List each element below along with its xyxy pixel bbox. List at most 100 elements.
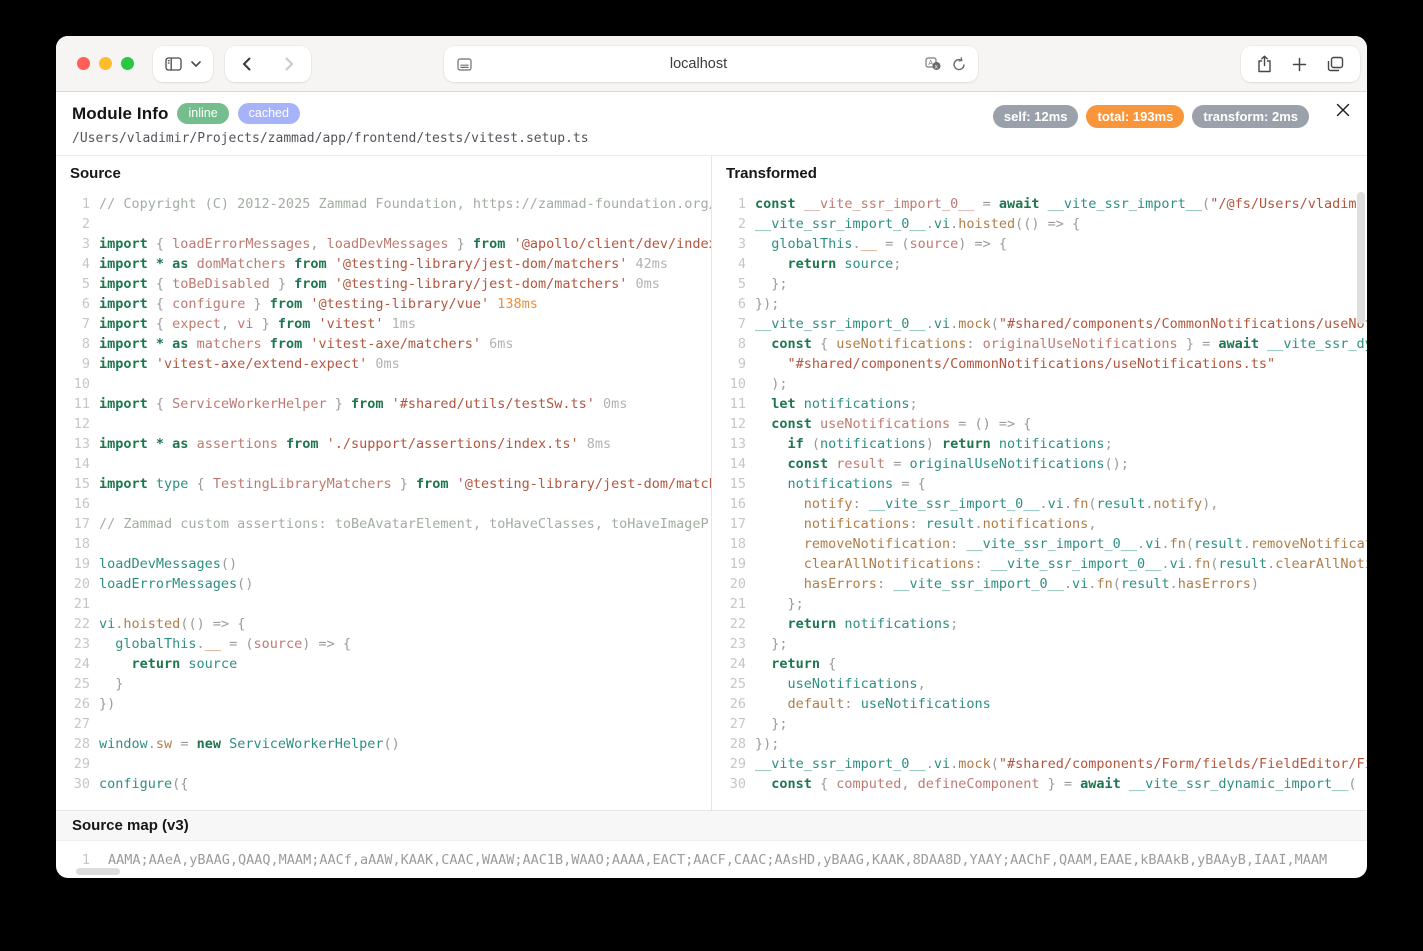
browser-window: localhost A x <box>56 36 1367 878</box>
code-line: 27 <box>68 714 711 734</box>
source-code: 1// Copyright (C) 2012-2025 Zammad Found… <box>56 189 711 810</box>
code-line: 10 <box>68 374 711 394</box>
code-line: 25 useNotifications, <box>724 674 1367 694</box>
share-icon[interactable] <box>1257 55 1272 73</box>
translate-icon[interactable]: A x <box>925 57 942 71</box>
close-window-button[interactable] <box>77 57 90 70</box>
code-line: 18 <box>68 534 711 554</box>
sourcemap-mappings: AAMA;AAeA,yBAAG,QAAQ,MAAM;AACf,aAAW,KAAK… <box>108 852 1327 868</box>
code-line: 3import { loadErrorMessages, loadDevMess… <box>68 234 711 254</box>
code-line: 25 } <box>68 674 711 694</box>
code-line: 16 <box>68 494 711 514</box>
code-line: 28}); <box>724 734 1367 754</box>
source-panel-title: Source <box>56 156 711 189</box>
traffic-lights <box>77 57 134 70</box>
badge-inline: inline <box>177 103 228 124</box>
sourcemap-body: 1 AAMA;AAeA,yBAAG,QAAQ,MAAM;AACf,aAAW,KA… <box>56 841 1367 878</box>
nav-buttons <box>225 46 311 82</box>
code-line: 21 <box>68 594 711 614</box>
code-line: 12 const useNotifications = () => { <box>724 414 1367 434</box>
code-line: 6import { configure } from '@testing-lib… <box>68 294 711 314</box>
code-line: 17// Zammad custom assertions: toBeAvata… <box>68 514 711 534</box>
code-line: 1const __vite_ssr_import_0__ = await __v… <box>724 194 1367 214</box>
code-panels: Source 1// Copyright (C) 2012-2025 Zamma… <box>56 155 1367 810</box>
code-line: 4 return source; <box>724 254 1367 274</box>
new-tab-icon[interactable] <box>1292 57 1307 72</box>
transformed-panel: Transformed 1const __vite_ssr_import_0__… <box>711 156 1367 810</box>
timing-metrics: self: 12ms total: 193ms transform: 2ms <box>993 105 1309 128</box>
code-line: 4import * as domMatchers from '@testing-… <box>68 254 711 274</box>
code-line: 18 removeNotification: __vite_ssr_import… <box>724 534 1367 554</box>
toolbar-right <box>1241 46 1360 82</box>
code-line: 11 let notifications; <box>724 394 1367 414</box>
code-line: 13import * as assertions from './support… <box>68 434 711 454</box>
code-line: 7__vite_ssr_import_0__.vi.mock("#shared/… <box>724 314 1367 334</box>
close-icon[interactable] <box>1334 101 1352 119</box>
horizontal-scrollbar-thumb[interactable] <box>76 868 120 875</box>
reader-icon[interactable] <box>457 58 472 71</box>
code-line: 21 }; <box>724 594 1367 614</box>
code-line: 8import * as matchers from 'vitest-axe/m… <box>68 334 711 354</box>
sourcemap-line-number: 1 <box>68 852 90 868</box>
minimize-window-button[interactable] <box>99 57 112 70</box>
code-line: 22vi.hoisted(() => { <box>68 614 711 634</box>
code-line: 5import { toBeDisabled } from '@testing-… <box>68 274 711 294</box>
chevron-down-icon <box>191 61 201 67</box>
code-line: 15 notifications = { <box>724 474 1367 494</box>
code-line: 29__vite_ssr_import_0__.vi.mock("#shared… <box>724 754 1367 774</box>
sidebar-icon <box>165 57 182 71</box>
code-line: 26 default: useNotifications <box>724 694 1367 714</box>
code-line: 8 const { useNotifications: originalUseN… <box>724 334 1367 354</box>
address-bar[interactable]: localhost A x <box>444 46 978 82</box>
code-line: 14 <box>68 454 711 474</box>
code-line: 6}); <box>724 294 1367 314</box>
code-line: 23 globalThis.__ = (source) => { <box>68 634 711 654</box>
code-line: 19 clearAllNotifications: __vite_ssr_imp… <box>724 554 1367 574</box>
zoom-window-button[interactable] <box>121 57 134 70</box>
code-line: 24 return source <box>68 654 711 674</box>
code-line: 13 if (notifications) return notificatio… <box>724 434 1367 454</box>
vertical-scrollbar-thumb[interactable] <box>1357 192 1365 324</box>
code-line: 22 return notifications; <box>724 614 1367 634</box>
back-button[interactable] <box>242 57 251 71</box>
code-line: 12 <box>68 414 711 434</box>
code-line: 16 notify: __vite_ssr_import_0__.vi.fn(r… <box>724 494 1367 514</box>
code-line: 10 ); <box>724 374 1367 394</box>
code-line: 27 }; <box>724 714 1367 734</box>
tab-overview-icon[interactable] <box>1327 56 1344 72</box>
code-line: 7import { expect, vi } from 'vitest' 1ms <box>68 314 711 334</box>
badge-cached: cached <box>238 103 300 124</box>
code-line: 26}) <box>68 694 711 714</box>
module-info-header: Module Info inline cached self: 12ms tot… <box>56 92 1367 155</box>
code-line: 24 return { <box>724 654 1367 674</box>
code-line: 29 <box>68 754 711 774</box>
transformed-code: 1const __vite_ssr_import_0__ = await __v… <box>712 189 1367 810</box>
code-line: 28window.sw = new ServiceWorkerHelper() <box>68 734 711 754</box>
module-file-path: /Users/vladimir/Projects/zammad/app/fron… <box>72 131 1351 146</box>
sourcemap-title: Source map (v3) <box>56 810 1367 841</box>
source-panel: Source 1// Copyright (C) 2012-2025 Zamma… <box>56 156 711 810</box>
code-line: 9import 'vitest-axe/extend-expect' 0ms <box>68 354 711 374</box>
forward-button[interactable] <box>285 57 294 71</box>
code-line: 20loadErrorMessages() <box>68 574 711 594</box>
code-line: 2 <box>68 214 711 234</box>
code-line: 23 }; <box>724 634 1367 654</box>
code-line: 11import { ServiceWorkerHelper } from '#… <box>68 394 711 414</box>
code-line: 15import type { TestingLibraryMatchers }… <box>68 474 711 494</box>
sidebar-toggle-button[interactable] <box>153 46 213 82</box>
code-line: 2__vite_ssr_import_0__.vi.hoisted(() => … <box>724 214 1367 234</box>
metric-transform: transform: 2ms <box>1192 105 1309 128</box>
url-text: localhost <box>472 56 925 72</box>
code-line: 30configure({ <box>68 774 711 794</box>
transformed-panel-title: Transformed <box>712 156 1367 189</box>
code-line: 3 globalThis.__ = (source) => { <box>724 234 1367 254</box>
reload-icon[interactable] <box>952 57 966 72</box>
page-title: Module Info <box>72 104 168 124</box>
code-line: 17 notifications: result.notifications, <box>724 514 1367 534</box>
code-line: 19loadDevMessages() <box>68 554 711 574</box>
browser-titlebar: localhost A x <box>56 36 1367 92</box>
code-line: 20 hasErrors: __vite_ssr_import_0__.vi.f… <box>724 574 1367 594</box>
code-line: 30 const { computed, defineComponent } =… <box>724 774 1367 794</box>
code-line: 9 "#shared/components/CommonNotification… <box>724 354 1367 374</box>
metric-total: total: 193ms <box>1086 105 1184 128</box>
